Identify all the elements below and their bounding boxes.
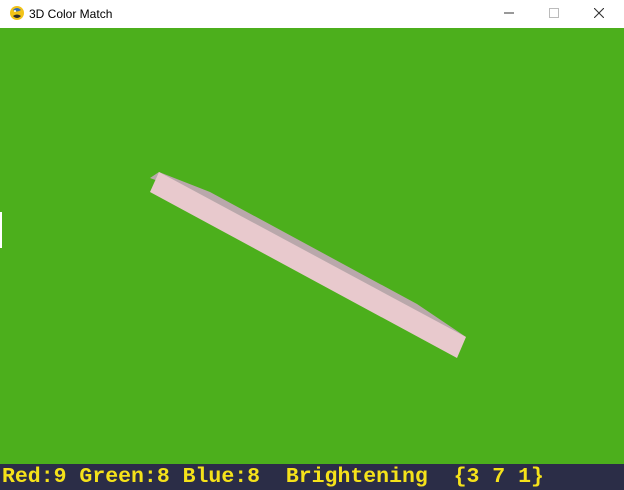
status-bar: Red:9 Green:8 Blue:8 Brightening {3 7 1} bbox=[0, 464, 624, 490]
maximize-icon bbox=[549, 5, 559, 23]
close-button[interactable] bbox=[576, 0, 622, 28]
window-title: 3D Color Match bbox=[29, 7, 113, 21]
minimize-icon bbox=[504, 5, 514, 23]
app-window: 3D Color Match Red:9 Green:8 Blue:8 Brig… bbox=[0, 0, 624, 490]
close-icon bbox=[593, 5, 605, 23]
python-snake-icon bbox=[9, 5, 25, 21]
slab-front-face bbox=[150, 172, 466, 358]
tilted-slab bbox=[150, 172, 466, 358]
minimize-button[interactable] bbox=[486, 0, 532, 28]
maximize-button[interactable] bbox=[531, 0, 577, 28]
title-bar[interactable]: 3D Color Match bbox=[0, 0, 624, 28]
status-text: Red:9 Green:8 Blue:8 Brightening {3 7 1} bbox=[2, 465, 544, 489]
3d-viewport[interactable] bbox=[2, 28, 624, 464]
